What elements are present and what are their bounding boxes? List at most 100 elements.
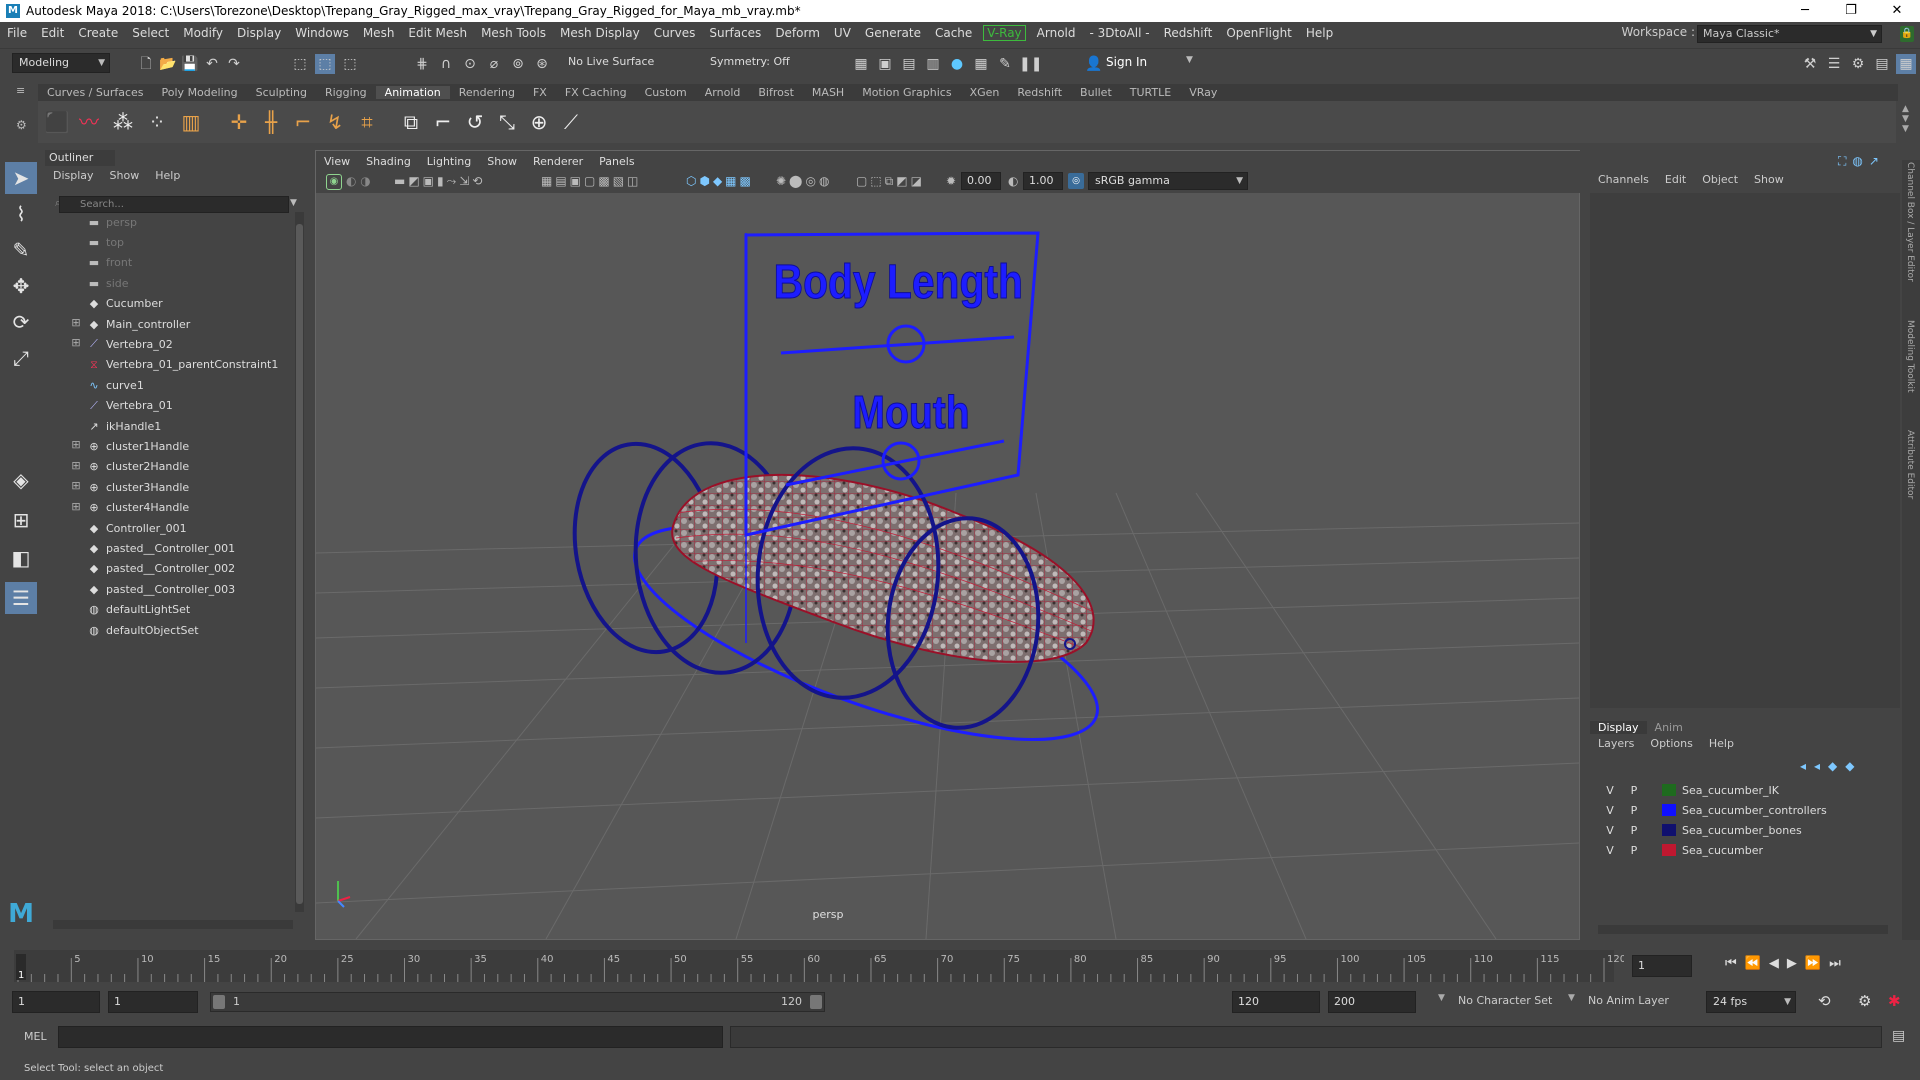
expand-icon[interactable]: ⊞ (70, 337, 82, 350)
sidetab-channel-box[interactable]: Channel Box / Layer Editor (1905, 162, 1915, 282)
menu-arnold[interactable]: Arnold (1030, 26, 1083, 40)
outliner-item[interactable]: ▬ side (45, 273, 285, 293)
minimize-button[interactable]: ─ (1782, 0, 1828, 22)
menu-vray[interactable]: V-Ray (983, 25, 1026, 41)
exposure-field[interactable]: 0.00 (961, 172, 1001, 190)
outliner-item[interactable]: ◆ Controller_001 (45, 518, 285, 538)
layer-hscrollbar[interactable] (1598, 925, 1888, 934)
shelf-tab-vray[interactable]: VRay (1180, 86, 1226, 99)
expand-icon[interactable]: ⊞ (70, 501, 82, 514)
sidetab-modeling-toolkit[interactable]: Modeling Toolkit (1905, 320, 1915, 393)
layer-visibility-toggle[interactable]: V (1598, 824, 1622, 837)
outliner-persp-layout-icon[interactable]: ◧ (5, 542, 37, 574)
shelf-tab-fx-caching[interactable]: FX Caching (556, 86, 636, 99)
open-scene-icon[interactable]: 📂 (158, 54, 178, 74)
outliner-menu-show[interactable]: Show (102, 169, 148, 182)
snap-view-icon[interactable]: ⌀ (484, 54, 504, 74)
layer-tab-anim[interactable]: Anim (1647, 721, 1691, 734)
menu-edit[interactable]: Edit (34, 26, 71, 40)
maximize-button[interactable]: ❐ (1828, 0, 1874, 22)
menu-select[interactable]: Select (125, 26, 176, 40)
grid-display-icons[interactable]: ▦▤▣▢▩▧◫ (541, 174, 641, 188)
shelf-tab-xgen[interactable]: XGen (961, 86, 1009, 99)
menu-help[interactable]: Help (1299, 26, 1340, 40)
menu-create[interactable]: Create (71, 26, 125, 40)
scrollbar-thumb[interactable] (296, 224, 303, 904)
viewport-menu-show[interactable]: Show (479, 155, 525, 168)
layer-row[interactable]: V P Sea_cucumber_controllers (1598, 801, 1888, 819)
channels-menu[interactable]: Channels (1590, 173, 1657, 186)
shelf-tab-bifrost[interactable]: Bifrost (749, 86, 803, 99)
menu-mesh-tools[interactable]: Mesh Tools (474, 26, 553, 40)
layer-visibility-toggle[interactable]: V (1598, 844, 1622, 857)
channel-box-tool-icons[interactable]: ⛶◍↗ (1838, 154, 1885, 169)
layer-playback-toggle[interactable]: P (1622, 784, 1646, 797)
chevron-down-icon[interactable]: ▼ (1438, 993, 1445, 1003)
move-tool-icon[interactable]: ✥ (5, 270, 37, 302)
snap-surface-icon[interactable]: ⊚ (508, 54, 528, 74)
bind-skin-icon[interactable]: ⌗ (354, 109, 380, 135)
symmetry-dropdown[interactable]: Symmetry: Off (704, 53, 804, 73)
pause-viewport-icon[interactable]: ❚❚ (1019, 54, 1042, 74)
channels-edit-menu[interactable]: Edit (1657, 173, 1694, 186)
workspace-dropdown[interactable]: Maya Classic* ▼ (1697, 25, 1882, 43)
layer-color-swatch[interactable] (1662, 844, 1676, 856)
mel-command-input[interactable] (58, 1026, 723, 1048)
set-key-icon[interactable]: ⬛ (44, 109, 70, 135)
layer-row[interactable]: V P Sea_cucumber_bones (1598, 821, 1888, 839)
create-joint-icon[interactable]: ✛ (226, 109, 252, 135)
sign-in-button[interactable]: Sign In (1106, 55, 1147, 69)
menu-set-dropdown[interactable]: Modeling ▼ (12, 53, 110, 73)
menu-generate[interactable]: Generate (858, 26, 928, 40)
snap-curve-icon[interactable]: ∩ (436, 54, 456, 74)
playback-end-field[interactable]: 120 (1232, 991, 1320, 1013)
outliner-item[interactable]: ⊞ ⊕ cluster1Handle (45, 436, 285, 456)
shelf-tab-mash[interactable]: MASH (803, 86, 853, 99)
viewport-menu-renderer[interactable]: Renderer (525, 155, 591, 168)
time-ruler[interactable]: 5 10 15 20 25 30 35 40 45 50 55 60 65 70 75 80 85 90 95 100… (14, 950, 1624, 982)
paint-select-tool-icon[interactable]: ✎ (5, 234, 37, 266)
layers-options-menu[interactable]: Options (1642, 737, 1700, 750)
rotate-tool-icon[interactable]: ⟳ (5, 306, 37, 338)
aim-constraint-icon[interactable]: ⊕ (526, 109, 552, 135)
render-view-icon[interactable]: ▦ (851, 54, 871, 74)
menu-surfaces[interactable]: Surfaces (702, 26, 768, 40)
select-tool-icon[interactable]: ➤ (5, 162, 37, 194)
outliner-item[interactable]: ⧖ Vertebra_01_parentConstraint1 (45, 355, 285, 375)
lighting-mode-icons[interactable]: ✺⬤◎◍ (776, 174, 832, 188)
select-object-icon[interactable]: ⬚ (315, 54, 335, 74)
outliner-item[interactable]: ⊞ ⊕ cluster2Handle (45, 457, 285, 477)
layer-visibility-toggle[interactable]: V (1598, 804, 1622, 817)
shelf-settings-icon[interactable]: ⚙ (16, 118, 27, 132)
anim-layer-dropdown[interactable]: No Anim Layer (1588, 994, 1669, 1007)
layers-help-menu[interactable]: Help (1701, 737, 1742, 750)
layers-menu[interactable]: Layers (1590, 737, 1642, 750)
select-camera-icon[interactable]: ◉ (326, 174, 342, 190)
chevron-down-icon[interactable]: ▼ (1186, 55, 1193, 65)
outliner-item[interactable]: ◆ pasted__Controller_001 (45, 538, 285, 558)
layer-color-swatch[interactable] (1662, 804, 1676, 816)
motion-trail-icon[interactable]: 〰 (76, 109, 102, 135)
outliner-item[interactable]: ▬ persp (45, 212, 285, 232)
ik-spline-icon[interactable]: ↯ (322, 109, 348, 135)
ipr-render-icon[interactable]: ▤ (899, 54, 919, 74)
menu-mesh-display[interactable]: Mesh Display (553, 26, 647, 40)
outliner-item[interactable]: ◆ pasted__Controller_002 (45, 559, 285, 579)
layer-row[interactable]: V P Sea_cucumber (1598, 841, 1888, 859)
ik-handle-tool-icon[interactable]: ⌐ (290, 109, 316, 135)
playback-start-field[interactable]: 1 (108, 991, 198, 1013)
camera-attributes-icon[interactable]: ◐ ◑ (346, 174, 371, 188)
outliner-layout-icon[interactable]: ☰ (5, 582, 37, 614)
shelf-tab-turtle[interactable]: TURTLE (1121, 86, 1180, 99)
outliner-item[interactable]: ⊞ ⊕ cluster3Handle (45, 477, 285, 497)
parent-constraint-icon[interactable]: ⧉ (398, 109, 424, 135)
outliner-item[interactable]: ◆ pasted__Controller_003 (45, 579, 285, 599)
layer-color-swatch[interactable] (1662, 824, 1676, 836)
channel-box-icon[interactable]: ▤ (1872, 54, 1892, 74)
lock-icon[interactable]: 🔒 (1900, 26, 1914, 42)
color-space-dropdown[interactable]: sRGB gamma ▼ (1088, 172, 1248, 190)
viewport-panel[interactable]: View Shading Lighting Show Renderer Pane… (315, 150, 1581, 940)
expand-icon[interactable]: ⊞ (70, 439, 82, 452)
undo-icon[interactable]: ↶ (202, 54, 222, 74)
point-constraint-icon[interactable]: ⌐ (430, 109, 456, 135)
